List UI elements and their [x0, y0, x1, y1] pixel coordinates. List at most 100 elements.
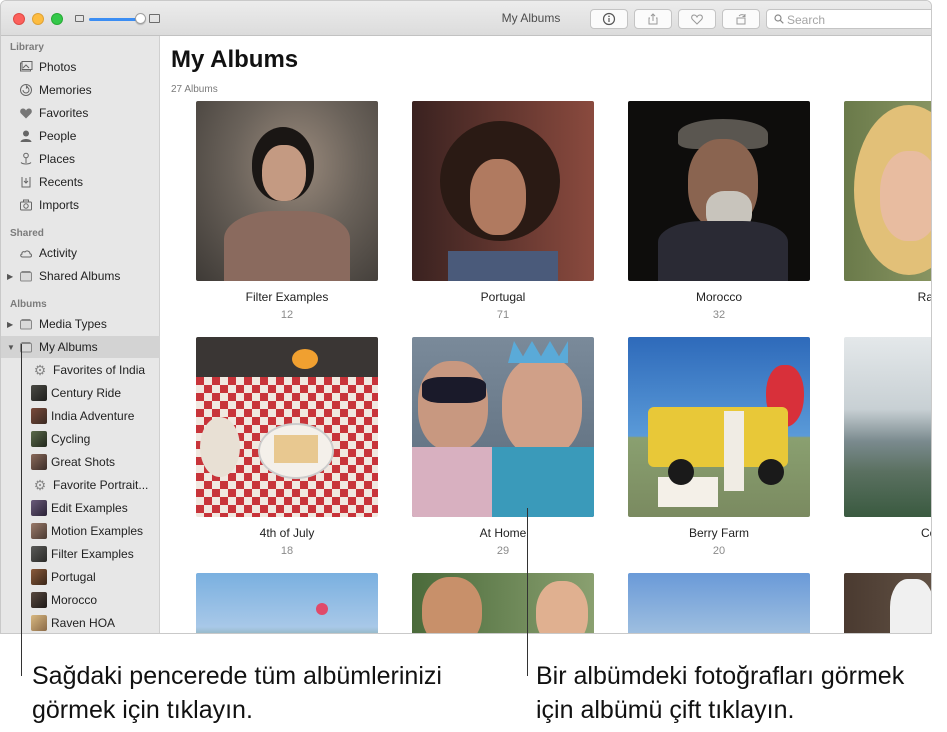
disclosure-triangle-icon[interactable]: ▶ [7, 272, 13, 281]
album-name: Morocco [695, 290, 742, 304]
sidebar-item-label: India Adventure [51, 409, 135, 423]
disclosure-triangle-icon[interactable]: ▼ [7, 343, 15, 352]
album-name: Coas [920, 526, 931, 540]
album-thumbnail [31, 408, 47, 424]
sidebar-album-item[interactable]: Filter Examples [1, 543, 160, 565]
thumbnail-size-slider[interactable] [75, 13, 161, 25]
sidebar-item-media-types[interactable]: ▶ Media Types [1, 313, 160, 335]
sidebar-item-label: Motion Examples [51, 524, 144, 538]
album-photo-count: 18 [280, 545, 294, 557]
album-thumbnail [31, 431, 47, 447]
album-tile[interactable]: Raven 4 [844, 101, 932, 321]
album-name: Berry Farm [689, 526, 749, 540]
gear-icon: ⚙ [33, 361, 47, 378]
rotate-button[interactable] [722, 9, 760, 29]
sidebar-item-label: Raven HOA [51, 616, 116, 630]
album-thumbnail [31, 592, 47, 608]
album-tile[interactable] [628, 573, 810, 633]
favorite-button[interactable] [678, 9, 716, 29]
album-cover [844, 573, 931, 633]
rotate-icon [736, 14, 746, 25]
search-input[interactable] [787, 12, 927, 27]
album-photo-count: 29 [496, 545, 510, 557]
photos-icon [19, 60, 33, 74]
album-grid-pane: My Albums 27 Albums Filter Examples 12 P… [161, 36, 932, 633]
disclosure-triangle-icon[interactable]: ▶ [7, 320, 13, 329]
section-albums: Albums [10, 299, 47, 310]
sidebar-item-label: Photos [39, 60, 77, 74]
sidebar-item-favorites[interactable]: Favorites [1, 102, 160, 124]
sidebar-album-item[interactable]: Edit Examples [1, 497, 160, 519]
callout-album: Bir albümdeki fotoğrafları görmek için a… [536, 662, 905, 724]
sidebar-item-imports[interactable]: Imports [1, 194, 160, 216]
slider-knob[interactable] [135, 13, 146, 24]
album-name: Filter Examples [245, 290, 329, 304]
sidebar-album-item[interactable]: Century Ride [1, 382, 160, 404]
sidebar-item-recents[interactable]: Recents [1, 171, 160, 193]
info-button[interactable] [590, 9, 628, 29]
sidebar-item-my-albums[interactable]: ▼ My Albums [1, 336, 160, 358]
sidebar-item-label: Activity [39, 246, 78, 260]
search-icon [774, 14, 784, 24]
album-photo-count: 20 [712, 545, 726, 557]
album-cover [628, 101, 810, 281]
album-cover [628, 573, 810, 633]
album-tile[interactable]: Filter Examples 12 [196, 101, 378, 321]
sidebar-album-item[interactable]: Morocco [1, 589, 160, 611]
sidebar-album-item[interactable]: ⚙ Favorites of India [1, 359, 160, 381]
album-tile[interactable] [196, 573, 378, 633]
heart-icon [19, 106, 33, 120]
album-tile[interactable] [844, 573, 931, 633]
sidebar-album-item[interactable]: Portugal [1, 566, 160, 588]
section-library: Library [10, 42, 44, 53]
album-cover [412, 337, 594, 517]
sidebar-album-item[interactable]: India Adventure [1, 405, 160, 427]
share-button[interactable] [634, 9, 672, 29]
search-field[interactable] [766, 9, 931, 29]
sidebar-item-label: Places [39, 152, 76, 166]
sidebar-album-item[interactable]: Raven HOA [1, 612, 160, 633]
album-tile[interactable]: 4th of July 18 [196, 337, 378, 557]
sidebar-item-shared-albums[interactable]: ▶ Shared Albums [1, 265, 160, 287]
sidebar-album-item[interactable]: Motion Examples [1, 520, 160, 542]
imports-icon [19, 198, 33, 212]
slider-track[interactable] [89, 18, 141, 21]
album-name: At Home [479, 526, 527, 540]
album-cover [196, 337, 378, 517]
folder-icon [19, 269, 33, 283]
sidebar-item-label: Media Types [39, 317, 107, 331]
sidebar-album-item[interactable]: ⚙ Favorite Portrait... [1, 474, 160, 496]
cloud-icon [19, 246, 33, 260]
album-tile[interactable]: At Home 29 [412, 337, 594, 557]
album-thumbnail [31, 546, 47, 562]
album-thumbnail [31, 454, 47, 470]
album-photo-count: 4 [844, 309, 931, 321]
minimize-button[interactable] [32, 13, 44, 25]
zoom-window-button[interactable] [51, 13, 63, 25]
album-tile[interactable]: Berry Farm 20 [628, 337, 810, 557]
folder-icon [19, 317, 33, 331]
sidebar-item-photos[interactable]: Photos [1, 56, 160, 78]
album-tile[interactable]: Coas 9 [844, 337, 931, 557]
album-thumbnail [31, 385, 47, 401]
sidebar-item-label: Favorite Portrait... [53, 478, 149, 492]
album-tile[interactable]: Portugal 71 [412, 101, 594, 321]
album-name: Raven [917, 290, 932, 304]
sidebar-album-item[interactable]: Cycling [1, 428, 160, 450]
sidebar-item-activity[interactable]: Activity [1, 242, 160, 264]
sidebar-item-people[interactable]: People [1, 125, 160, 147]
album-tile[interactable] [412, 573, 594, 633]
person-icon [19, 129, 33, 143]
album-tile[interactable]: Morocco 32 [628, 101, 810, 321]
album-photo-count: 32 [712, 309, 726, 321]
close-button[interactable] [13, 13, 25, 25]
sidebar-album-item[interactable]: Great Shots [1, 451, 160, 473]
album-thumbnail [31, 569, 47, 585]
recents-icon [19, 175, 33, 189]
sidebar-item-places[interactable]: Places [1, 148, 160, 170]
info-icon [602, 12, 616, 26]
album-count: 27 Albums [171, 84, 218, 95]
sidebar-item-memories[interactable]: Memories [1, 79, 160, 101]
photos-window: My Albums Library Photos Memories [0, 0, 932, 634]
sidebar: Library Photos Memories Favorites People… [1, 36, 160, 633]
